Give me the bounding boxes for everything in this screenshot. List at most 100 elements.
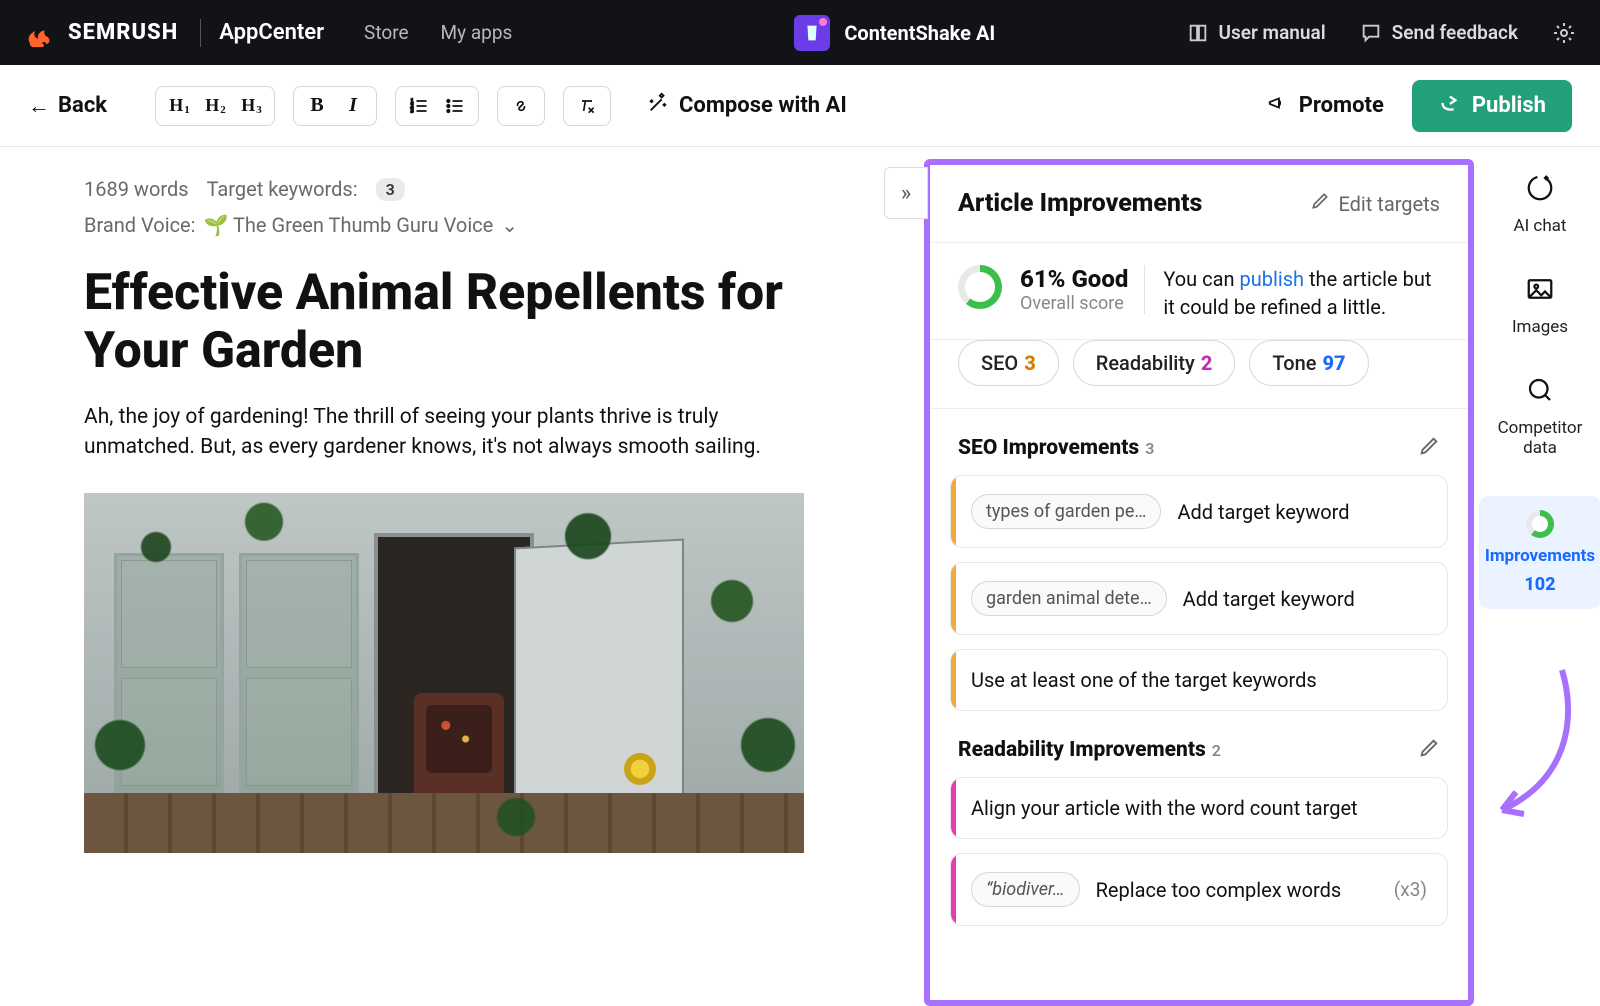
bold-button[interactable]: B (300, 90, 334, 122)
brand-divider (200, 19, 201, 47)
right-sidebar: AI chat Images Competitor data Improveme… (1480, 147, 1600, 1006)
target-kw-label: Target keywords: (207, 177, 358, 201)
sidebar-label: Competitor data (1488, 418, 1592, 458)
pill-tone-label: Tone (1272, 351, 1316, 375)
insert-group (497, 86, 545, 126)
keyword-chip: garden animal dete… (971, 581, 1167, 616)
seo-card[interactable]: garden animal dete… Add target keyword (950, 562, 1448, 635)
read-cards: Align your article with the word count t… (930, 777, 1468, 946)
brand-voice-selector[interactable]: Brand Voice: 🌱 The Green Thumb Guru Voic… (84, 213, 924, 237)
card-text: Use at least one of the target keywords (971, 668, 1317, 692)
hero-image[interactable] (84, 493, 804, 853)
brand-name: SEMRUSH (68, 20, 178, 45)
pill-tone[interactable]: Tone97 (1249, 340, 1368, 386)
promote-button[interactable]: Promote (1267, 92, 1384, 120)
article-intro[interactable]: Ah, the joy of gardening! The thrill of … (84, 402, 804, 463)
read-card[interactable]: Align your article with the word count t… (950, 777, 1448, 839)
improvements-count: 102 (1524, 574, 1555, 595)
seo-card[interactable]: types of garden pe… Add target keyword (950, 475, 1448, 548)
h3-button[interactable]: H3 (234, 90, 268, 122)
card-multiplier: (x3) (1394, 878, 1427, 901)
image-icon (1525, 274, 1555, 309)
sidebar-item-competitor[interactable]: Competitor data (1488, 375, 1592, 458)
article-title[interactable]: Effective Animal Repellents for Your Gar… (84, 265, 784, 380)
settings-icon[interactable] (1552, 21, 1576, 45)
seo-edit-button[interactable] (1418, 435, 1440, 461)
edit-targets-button[interactable]: Edit targets (1310, 191, 1440, 216)
seo-card[interactable]: Use at least one of the target keywords (950, 649, 1448, 711)
magnifier-icon (1525, 375, 1555, 410)
seo-section-count: 3 (1145, 439, 1154, 458)
clear-group (563, 86, 611, 126)
seo-section-title: SEO Improvements (958, 436, 1139, 460)
card-text: Align your article with the word count t… (971, 796, 1358, 820)
pill-read-count: 2 (1201, 351, 1213, 375)
read-section-count: 2 (1212, 741, 1221, 760)
unordered-list-button[interactable] (438, 90, 472, 122)
svg-text:3: 3 (411, 108, 414, 114)
score-ring-icon (958, 265, 1002, 309)
pencil-icon (1310, 191, 1330, 216)
link-send-feedback[interactable]: Send feedback (1360, 21, 1518, 44)
chat-sparkle-icon (1525, 173, 1555, 208)
seo-cards: types of garden pe… Add target keyword g… (930, 475, 1468, 711)
publish-link[interactable]: publish (1239, 267, 1304, 291)
link-button[interactable] (504, 90, 538, 122)
progress-ring-icon (1526, 510, 1554, 538)
card-text: Add target keyword (1183, 587, 1355, 611)
italic-button[interactable]: I (336, 90, 370, 122)
book-icon (1187, 22, 1209, 44)
sidebar-item-improvements[interactable]: Improvements 102 (1479, 496, 1600, 609)
clear-format-button[interactable] (570, 90, 604, 122)
heading-group: H1 H2 H3 (155, 86, 275, 126)
chat-icon (1360, 22, 1382, 44)
panel-collapse-toggle[interactable]: » (884, 167, 928, 219)
link-user-manual[interactable]: User manual (1187, 21, 1326, 44)
sidebar-item-aichat[interactable]: AI chat (1513, 173, 1566, 236)
compose-ai-button[interactable]: Compose with AI (647, 92, 847, 120)
pill-readability[interactable]: Readability2 (1073, 340, 1236, 386)
nav-myapps[interactable]: My apps (441, 21, 513, 44)
edit-targets-label: Edit targets (1338, 192, 1440, 216)
score-text: 61% Good Overall score (1020, 265, 1145, 314)
style-group: B I (293, 86, 377, 126)
publish-button[interactable]: Publish (1412, 80, 1572, 132)
read-edit-button[interactable] (1418, 737, 1440, 763)
sidebar-item-images[interactable]: Images (1512, 274, 1568, 337)
arrow-left-icon: ← (28, 93, 50, 119)
sidebar-label: AI chat (1513, 216, 1566, 236)
user-manual-label: User manual (1219, 21, 1326, 44)
pill-seo[interactable]: SEO3 (958, 340, 1059, 386)
contentshake-icon (794, 15, 830, 51)
back-button[interactable]: ← Back (28, 93, 107, 119)
sidebar-label: Improvements (1485, 546, 1595, 566)
h1-button[interactable]: H1 (162, 90, 196, 122)
panel-title: Article Improvements (958, 189, 1202, 218)
app-name: ContentShake AI (844, 21, 995, 45)
voice-label: Brand Voice: (84, 213, 195, 237)
topbar: SEMRUSH AppCenter Store My apps ContentS… (0, 0, 1600, 65)
seo-section-head: SEO Improvements 3 (930, 409, 1468, 475)
toolbar-right: Promote Publish (1267, 80, 1572, 132)
word-chip: “biodiver… (971, 872, 1080, 907)
compose-label: Compose with AI (679, 93, 847, 118)
read-card[interactable]: “biodiver… Replace too complex words (x3… (950, 853, 1448, 926)
card-text: Replace too complex words (1096, 878, 1342, 902)
sidebar-label: Images (1512, 317, 1568, 337)
score-sub: Overall score (1020, 293, 1128, 314)
score-msg-pre: You can (1163, 267, 1239, 291)
card-text: Add target keyword (1177, 500, 1349, 524)
pill-seo-count: 3 (1024, 351, 1036, 375)
read-section-head: Readability Improvements2 (930, 711, 1468, 777)
feedback-label: Send feedback (1392, 21, 1518, 44)
panel-header: Article Improvements Edit targets (930, 165, 1468, 243)
promote-label: Promote (1299, 93, 1384, 118)
share-arrow-icon (1438, 92, 1460, 120)
nav-store[interactable]: Store (364, 21, 409, 44)
target-kw-count[interactable]: 3 (376, 178, 405, 201)
meta-row: 1689 words Target keywords: 3 (84, 177, 924, 201)
ordered-list-button[interactable]: 123 (402, 90, 436, 122)
brand-sub[interactable]: AppCenter (219, 20, 324, 45)
h2-button[interactable]: H2 (198, 90, 232, 122)
pill-tone-count: 97 (1322, 351, 1345, 375)
